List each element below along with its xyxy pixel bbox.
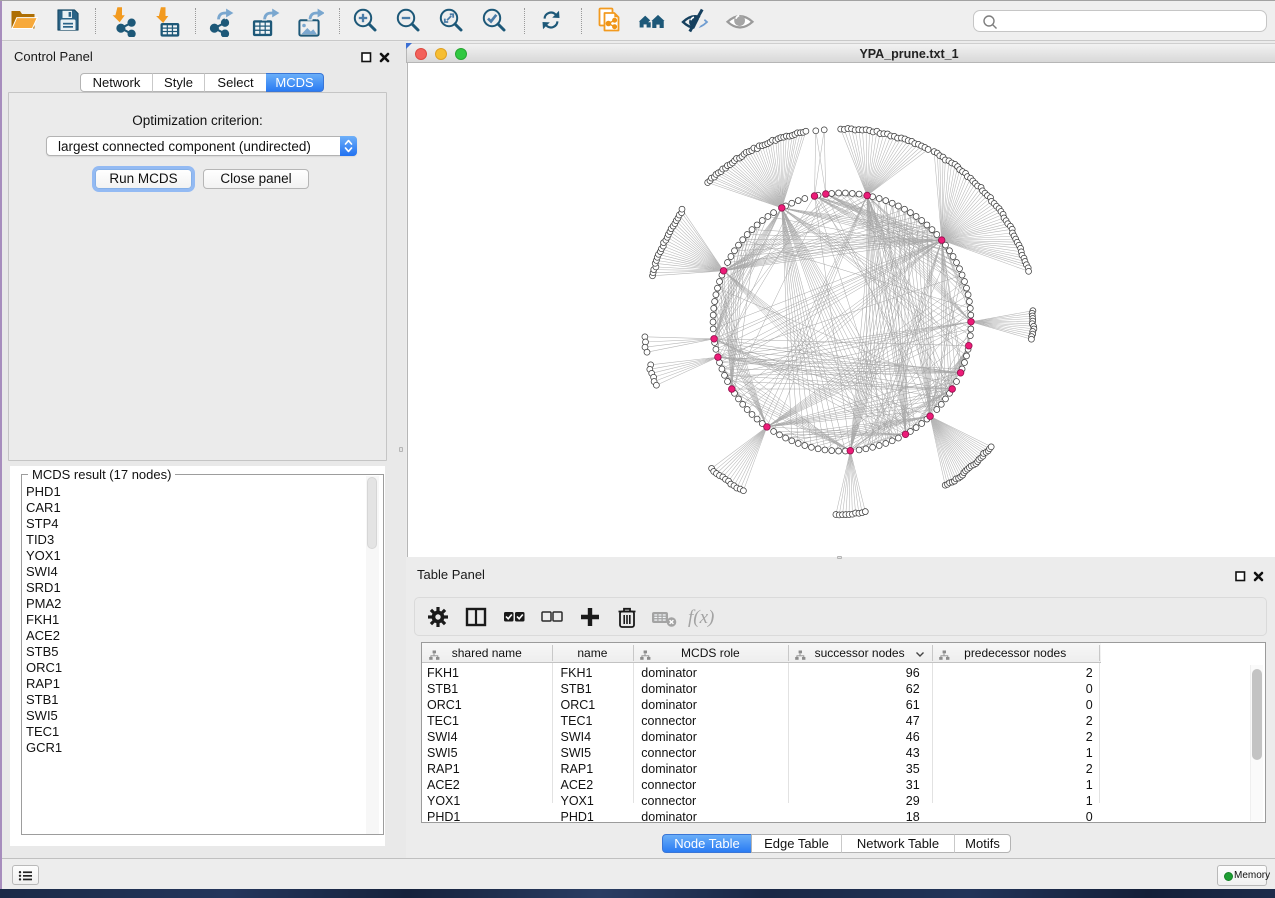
- svg-text:f(x): f(x): [688, 607, 714, 628]
